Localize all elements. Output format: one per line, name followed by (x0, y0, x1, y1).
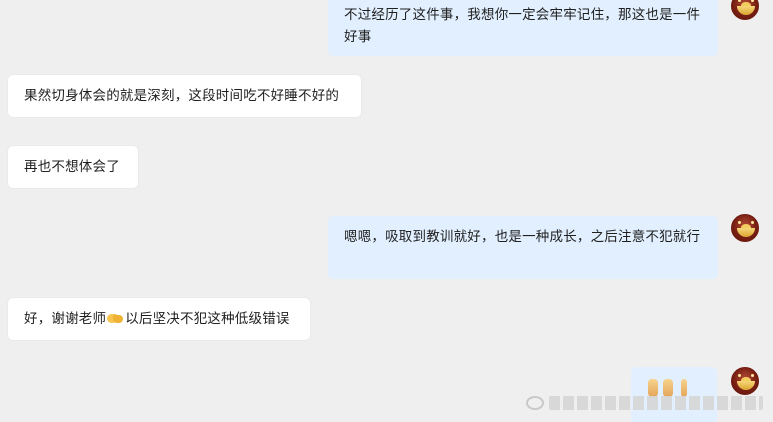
message-text: 嗯嗯，吸取到教训就好，也是一种成长，之后注意不犯就行 (344, 229, 701, 244)
message-bubble-incoming[interactable]: 果然切身体会的就是深刻，这段时间吃不好睡不好的 (8, 75, 361, 117)
message-bubble-outgoing[interactable]: 嗯嗯，吸取到教训就好，也是一种成长，之后注意不犯就行 (328, 216, 718, 279)
chat-message-area[interactable]: 不过经历了这件事，我想你一定会牢牢记住，那这也是一件好事 果然切身体会的就是深刻… (0, 0, 773, 422)
watermark-text-obscured (549, 396, 763, 410)
message-bubble-outgoing[interactable]: 不过经历了这件事，我想你一定会牢牢记住，那这也是一件好事 (328, 0, 718, 56)
message-text-part: 好，谢谢老师 (24, 311, 107, 326)
message-bubble-incoming[interactable]: 好，谢谢老师 以后坚决不犯这种低级错误 (8, 298, 310, 340)
message-text: 再也不想体会了 (24, 159, 120, 174)
user-avatar[interactable] (731, 214, 759, 242)
message-text: 果然切身体会的就是深刻，这段时间吃不好睡不好的 (24, 88, 340, 103)
user-avatar[interactable] (731, 367, 759, 395)
user-avatar[interactable] (731, 0, 759, 20)
weibo-logo-icon (526, 396, 544, 410)
watermark (526, 393, 763, 413)
message-bubble-incoming[interactable]: 再也不想体会了 (8, 146, 138, 188)
handshake-emoji-icon (107, 313, 124, 324)
message-text: 不过经历了这件事，我想你一定会牢牢记住，那这也是一件好事 (344, 7, 701, 44)
message-text-part: 以后坚决不犯这种低级错误 (125, 311, 290, 326)
